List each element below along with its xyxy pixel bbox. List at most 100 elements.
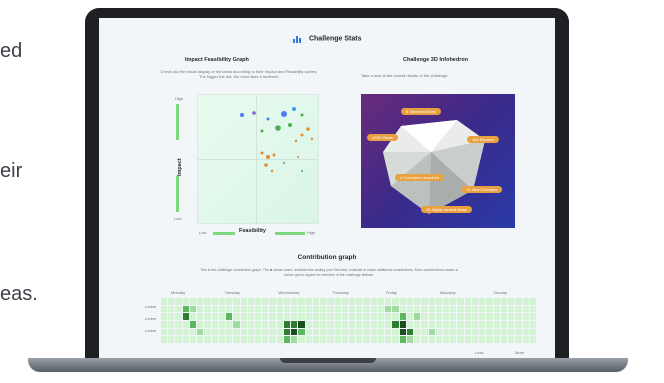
contribution-cell (450, 313, 457, 320)
contribution-cell (276, 313, 283, 320)
contribution-cell (421, 313, 428, 320)
badge-label: Election (479, 137, 495, 142)
contribution-cell (508, 321, 515, 328)
contribution-cell (233, 313, 240, 320)
contribution-cell (262, 305, 269, 313)
badge-highly-ranked: 45 Highly ranked ideas (421, 206, 472, 213)
contribution-cell (291, 328, 298, 336)
badge-value: 1200 (372, 135, 381, 140)
contribution-cell (334, 321, 341, 328)
contribution-cell (363, 298, 370, 305)
contribution-cell (312, 336, 320, 343)
badge-idea-concepts: 12 Idea Concepts (461, 186, 503, 193)
contribution-cell (341, 336, 348, 343)
contribution-cell (457, 328, 464, 336)
contribution-cell (479, 298, 486, 305)
impact-bar-bottom (176, 176, 179, 212)
contribution-cell (508, 298, 515, 305)
contribution-cell (255, 298, 262, 305)
contribution-cell (189, 328, 197, 336)
contribution-cell (486, 313, 493, 320)
contribution-cell (349, 336, 356, 343)
contribution-cell (349, 321, 356, 328)
laptop-frame: Challenge Stats Impact Feasibility Graph… (85, 8, 569, 363)
contribution-cell (500, 305, 508, 313)
plot-dot (306, 127, 310, 131)
contribution-cell (493, 336, 500, 343)
background-text-1: ed (0, 40, 23, 62)
contribution-cell (435, 298, 442, 305)
contribution-cell (305, 336, 312, 343)
contribution-cell (211, 336, 218, 343)
contribution-cell (233, 336, 240, 343)
contribution-cell (211, 321, 218, 328)
contribution-cell (327, 313, 334, 320)
contribution-cell (269, 328, 276, 336)
contribution-cell (247, 321, 254, 328)
contribution-cell (161, 321, 168, 328)
contribution-cell (312, 321, 320, 328)
contribution-cell (515, 305, 522, 313)
contribution-cell (471, 298, 479, 305)
impact-y-label: Impact (177, 158, 183, 176)
contribution-cell (349, 305, 356, 313)
contribution-cell (168, 321, 175, 328)
contribution-cell (457, 321, 464, 328)
contribution-cell (529, 336, 536, 343)
background-text-3: eas. (0, 283, 38, 305)
plot-dot (300, 133, 304, 137)
contribution-cell (298, 298, 305, 305)
contribution-cell (435, 328, 442, 336)
contribution-cell (218, 336, 226, 343)
contribution-cell (414, 313, 421, 320)
contribution-cell (175, 298, 182, 305)
badge-value: 12 (466, 187, 471, 192)
app-title: Challenge Stats (308, 35, 362, 43)
contribution-cell (240, 328, 247, 336)
contribution-cell (327, 298, 334, 305)
contribution-cell (161, 298, 168, 305)
contribution-cell (197, 298, 204, 305)
day-label: Sunday (493, 290, 507, 295)
contribution-cell (370, 336, 377, 343)
contribution-cell (421, 328, 428, 336)
contribution-cell (276, 305, 283, 313)
contribution-cell (349, 298, 356, 305)
contribution-cell (320, 298, 327, 305)
contribution-cell (428, 328, 435, 336)
infohedron-canvas: 6 Selected ideas 1200 Views 168 Election… (361, 94, 515, 228)
contribution-cell (298, 305, 305, 313)
contribution-cell (363, 336, 370, 343)
plot-dot (266, 117, 270, 121)
impact-y-low: Low (174, 216, 182, 221)
contribution-cell (269, 313, 276, 320)
contribution-cell (370, 305, 377, 313)
plot-dot (301, 170, 303, 172)
plot-dot (266, 155, 270, 159)
badge-value: 6 (406, 109, 409, 114)
contribution-cell (500, 298, 508, 305)
contribution-cell (182, 328, 189, 336)
contribution-cell (522, 321, 529, 328)
background-text-2: eir (0, 160, 23, 182)
contribution-cell (500, 321, 508, 328)
contribution-cell (428, 321, 435, 328)
contribution-cell (168, 336, 175, 343)
contribution-cell (334, 313, 341, 320)
badge-label: Idea Concepts (471, 187, 498, 192)
contribution-cell (457, 336, 464, 343)
contribution-cell (247, 298, 254, 305)
contribution-cell (226, 305, 233, 313)
row-label: Lorem (145, 328, 157, 333)
contribution-cell (450, 298, 457, 305)
contribution-cell (291, 298, 298, 305)
contribution-cell (168, 313, 175, 320)
contribution-cell (406, 298, 414, 305)
contribution-cell (247, 313, 254, 320)
contribution-cell (385, 336, 392, 343)
contribution-cell (349, 328, 356, 336)
contribution-cell (529, 328, 536, 336)
contribution-cell (204, 336, 211, 343)
impact-x-low: Low (199, 230, 207, 235)
impact-bar-top (176, 104, 179, 140)
